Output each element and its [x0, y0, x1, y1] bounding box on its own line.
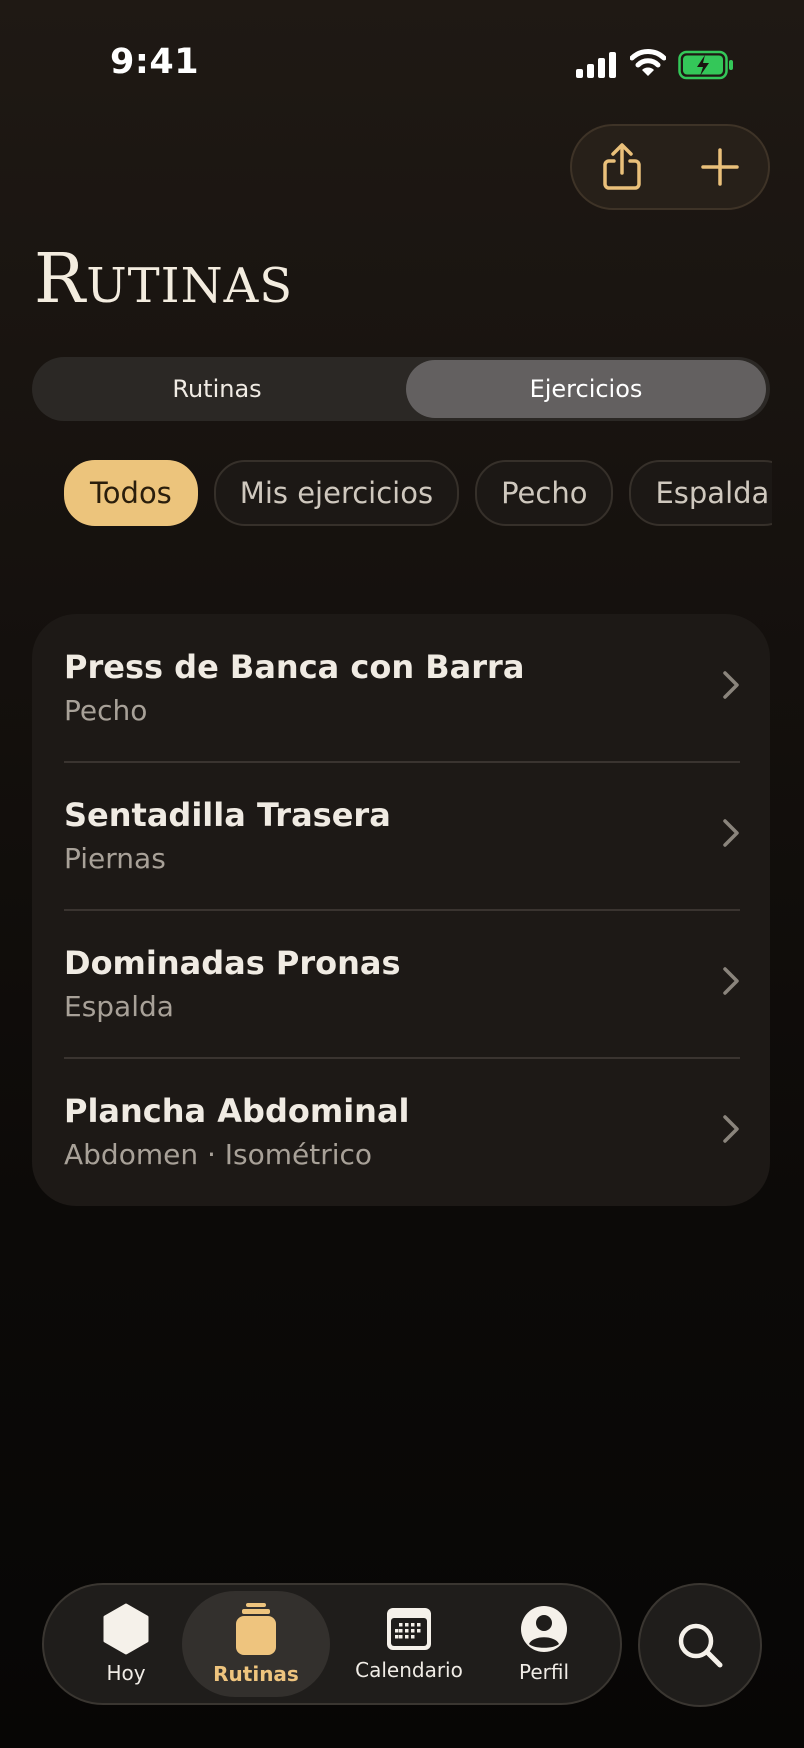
- segment-ejercicios[interactable]: Ejercicios: [406, 360, 766, 418]
- status-time: 9:41: [110, 42, 200, 82]
- wifi-icon: [630, 49, 666, 76]
- tab-rutinas[interactable]: Rutinas: [182, 1591, 330, 1697]
- segment-rutinas[interactable]: Rutinas: [36, 360, 398, 418]
- header-actions: [570, 124, 770, 210]
- exercise-list: Press de Banca con Barra Pecho Sentadill…: [32, 614, 770, 1206]
- search-icon: [678, 1623, 723, 1668]
- tab-bar: Hoy Rutinas Calendario Perfil: [42, 1583, 622, 1705]
- exercise-name: Press de Banca con Barra: [64, 648, 525, 686]
- tab-perfil[interactable]: Perfil: [482, 1591, 606, 1697]
- battery-charging-icon: [678, 50, 733, 80]
- exercise-name: Plancha Abdominal: [64, 1092, 410, 1130]
- tab-label: Rutinas: [213, 1662, 299, 1686]
- page-title: Rutinas: [34, 240, 294, 319]
- segmented-control: Rutinas Ejercicios: [32, 357, 770, 421]
- exercise-detail: Piernas: [64, 842, 166, 875]
- tab-label: Hoy: [106, 1661, 146, 1685]
- add-button[interactable]: [670, 126, 770, 208]
- filter-chips: Todos Mis ejercicios Pecho Espalda: [64, 460, 772, 526]
- chevron-right-icon: [723, 671, 739, 699]
- profile-icon: [521, 1606, 567, 1652]
- share-icon: [603, 143, 641, 190]
- chevron-right-icon: [723, 967, 739, 995]
- tab-label: Perfil: [518, 1660, 570, 1684]
- hexagon-icon: [103, 1603, 149, 1655]
- search-button[interactable]: [638, 1583, 762, 1707]
- exercise-name: Dominadas Pronas: [64, 944, 401, 982]
- exercise-detail: Abdomen · Isométrico: [64, 1138, 373, 1171]
- exercise-name: Sentadilla Trasera: [64, 796, 391, 834]
- list-item[interactable]: Dominadas Pronas Espalda: [32, 910, 770, 1058]
- chip-mis-ejercicios[interactable]: Mis ejercicios: [213, 460, 460, 526]
- share-button[interactable]: [572, 126, 672, 208]
- plus-icon: [701, 148, 739, 186]
- tab-hoy[interactable]: Hoy: [64, 1591, 188, 1697]
- calendar-icon: [387, 1608, 431, 1650]
- exercise-detail: Pecho: [64, 694, 148, 727]
- list-item[interactable]: Press de Banca con Barra Pecho: [32, 614, 770, 762]
- cellular-signal-icon: [576, 52, 616, 78]
- exercise-detail: Espalda: [64, 990, 174, 1023]
- chip-espalda[interactable]: Espalda: [629, 460, 772, 526]
- chevron-right-icon: [723, 1115, 739, 1143]
- list-item[interactable]: Plancha Abdominal Abdomen · Isométrico: [32, 1058, 770, 1206]
- chip-pecho[interactable]: Pecho: [475, 460, 614, 526]
- tab-calendario[interactable]: Calendario: [334, 1591, 484, 1697]
- list-item[interactable]: Sentadilla Trasera Piernas: [32, 762, 770, 910]
- chevron-right-icon: [723, 819, 739, 847]
- tab-label: Calendario: [355, 1658, 463, 1682]
- jar-icon: [236, 1603, 276, 1655]
- chip-todos[interactable]: Todos: [64, 460, 198, 526]
